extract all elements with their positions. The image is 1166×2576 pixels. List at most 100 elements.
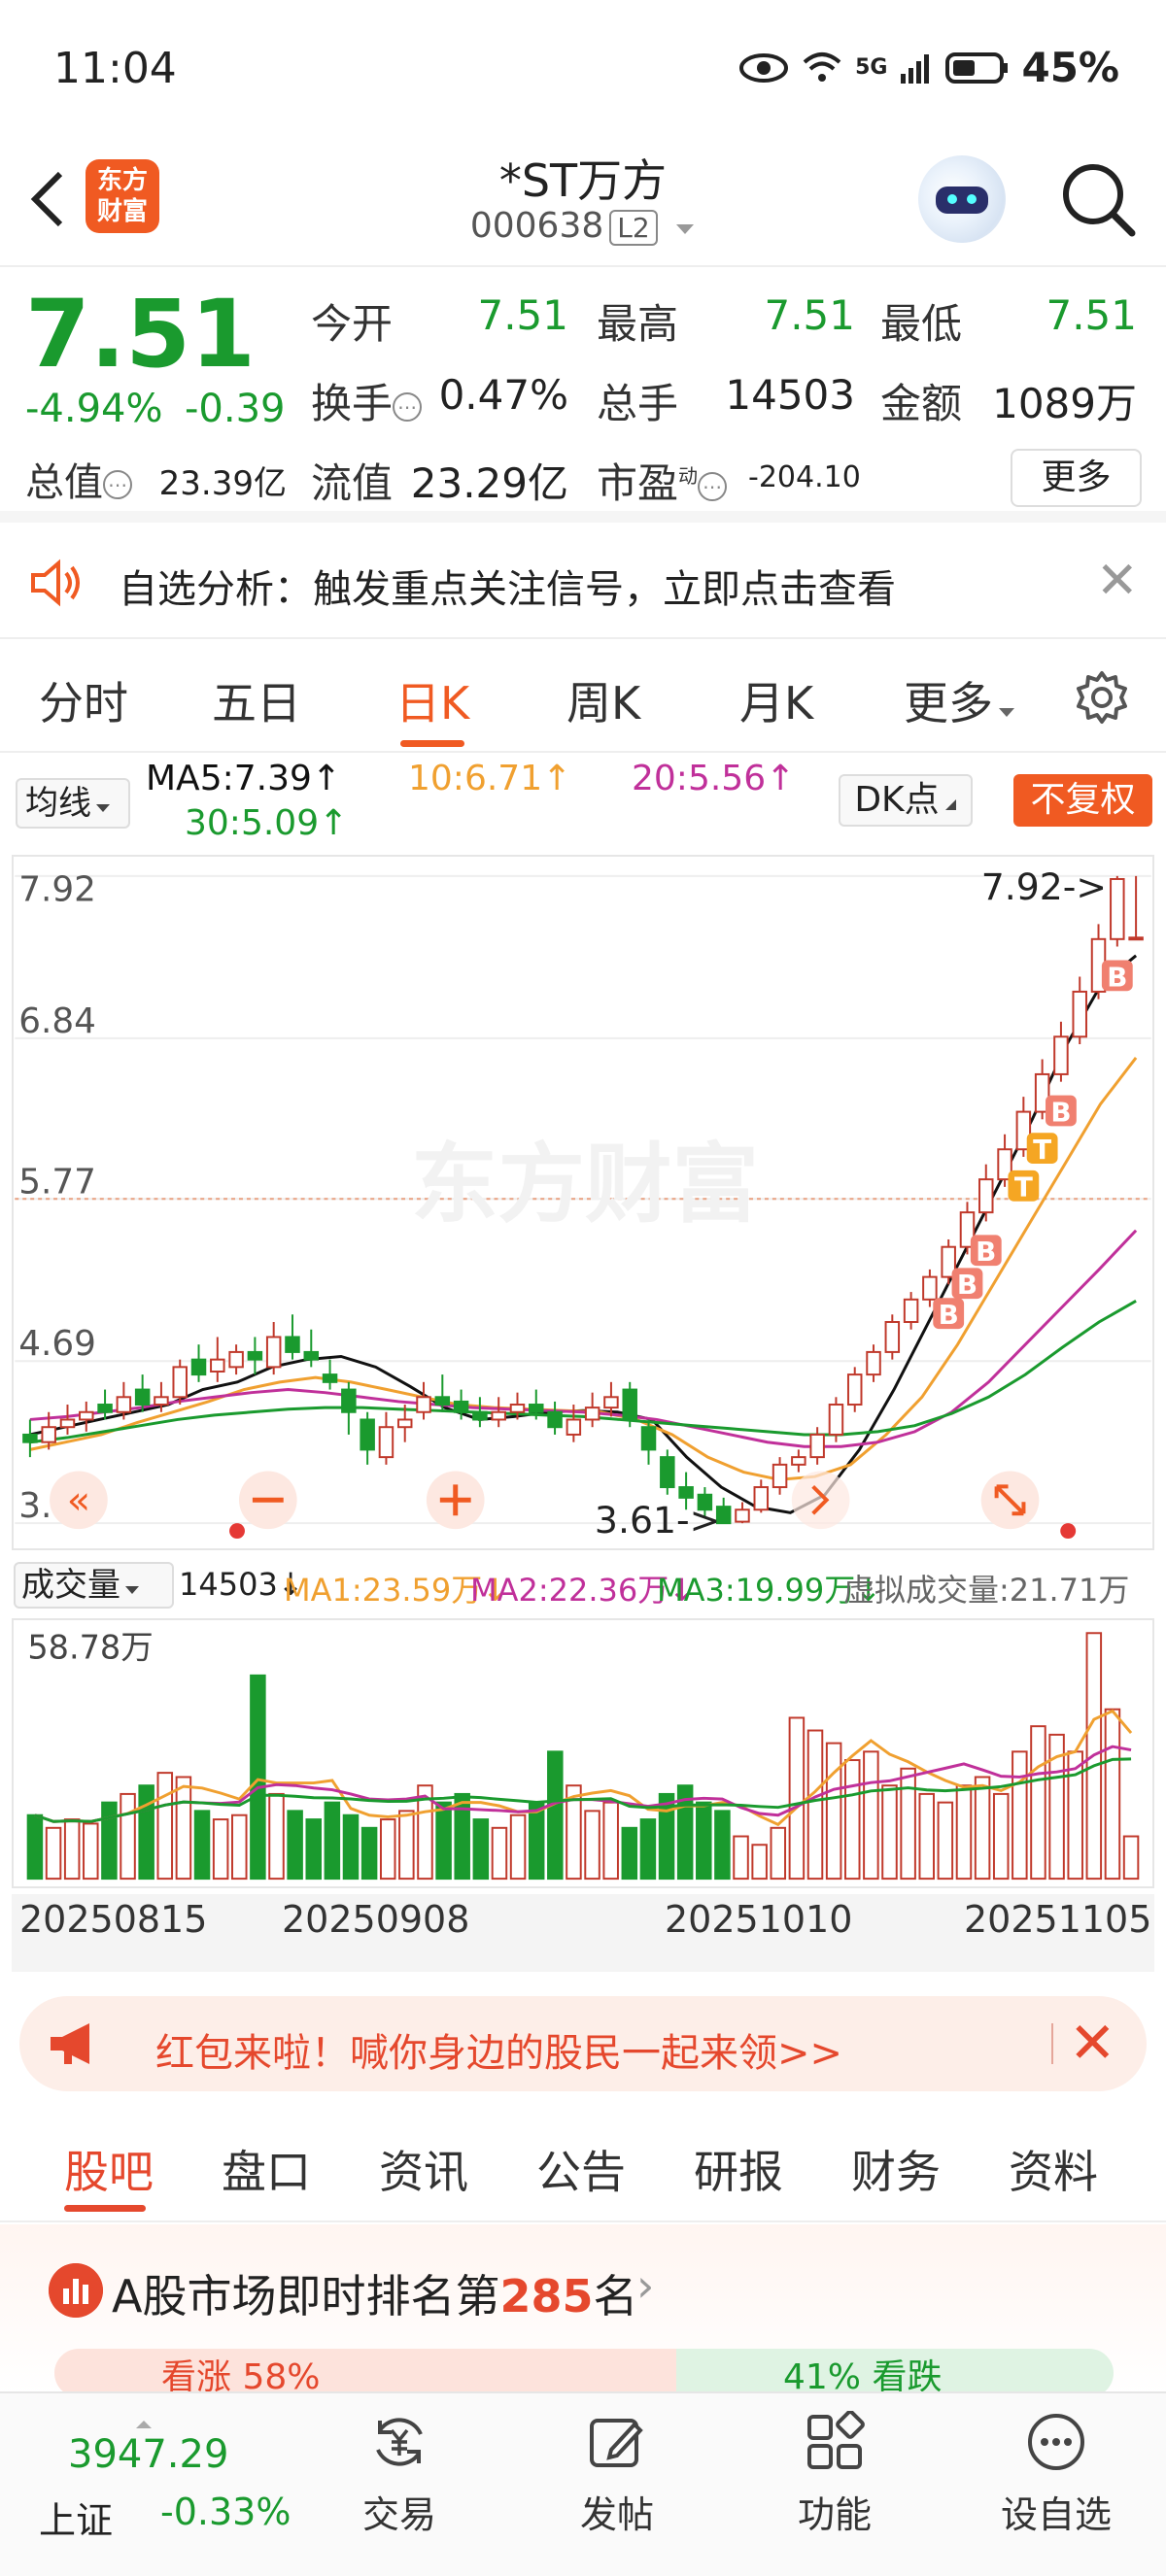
nav-add-watchlist[interactable]: 设自选 <box>983 2411 1129 2538</box>
candle-body[interactable] <box>360 1418 375 1451</box>
candle-body[interactable] <box>584 1407 600 1421</box>
index-change[interactable]: -0.33% <box>160 2491 291 2533</box>
nav-functions[interactable]: 功能 <box>762 2411 908 2538</box>
candle-body[interactable] <box>640 1426 657 1451</box>
no-adjust-button[interactable]: 不复权 <box>1013 774 1152 827</box>
candle-body[interactable] <box>154 1396 169 1407</box>
volume-bar <box>1122 1835 1140 1881</box>
market-rank-card[interactable]: A股市场即时排名第285名 › 看涨 58% 41% 看跌 <box>0 2224 1166 2397</box>
tab-daily-k[interactable]: 日K <box>395 668 469 732</box>
candle-body[interactable] <box>791 1456 806 1466</box>
search-button[interactable] <box>1054 155 1142 243</box>
candle-body[interactable] <box>566 1418 582 1436</box>
candle-body[interactable] <box>434 1396 451 1407</box>
candle-body[interactable] <box>753 1486 770 1511</box>
candle-body[interactable] <box>547 1410 563 1429</box>
alert-close-icon[interactable]: ✕ <box>1096 552 1139 610</box>
promo-close-icon[interactable]: ✕ <box>1069 2010 1116 2076</box>
info-icon: ⋯ <box>393 391 423 422</box>
nav-trade[interactable]: 交易 <box>326 2411 472 2538</box>
signal-label: B <box>1050 1096 1071 1128</box>
tab-weekly-k[interactable]: 周K <box>566 668 640 732</box>
candle-body[interactable] <box>1072 990 1087 1038</box>
status-time: 11:04 <box>53 44 177 93</box>
candle-body[interactable] <box>190 1358 207 1376</box>
candle-body[interactable] <box>416 1396 431 1413</box>
mktcap-label[interactable]: 总值 ⋯ <box>25 451 132 507</box>
y-tick-label: 5.77 <box>18 1162 96 1202</box>
volume-chart[interactable]: 58.78万 <box>12 1618 1154 1888</box>
tab-finance[interactable]: 财务 <box>851 2137 941 2201</box>
sentiment-bar[interactable]: 看涨 58% 41% 看跌 <box>54 2349 1114 2397</box>
candle-body[interactable] <box>622 1388 637 1421</box>
candle-body[interactable] <box>866 1350 881 1376</box>
assistant-robot-icon[interactable] <box>918 155 1006 243</box>
index-value[interactable]: 3947.29 <box>68 2432 228 2477</box>
candle-body[interactable] <box>265 1336 282 1369</box>
analysis-alert[interactable]: 自选分析：触发重点关注信号，立即点击查看 ✕ <box>0 525 1166 639</box>
scroll-right-button[interactable] <box>791 1471 850 1530</box>
candle-body[interactable] <box>678 1486 694 1499</box>
tab-monthly-k[interactable]: 月K <box>739 668 813 732</box>
candle-body[interactable] <box>846 1373 863 1407</box>
candle-body[interactable] <box>303 1350 320 1361</box>
tab-news[interactable]: 资讯 <box>379 2137 468 2201</box>
dk-point-button[interactable]: DK点 <box>839 774 973 827</box>
indicator-selector[interactable]: 成交量 <box>14 1562 174 1609</box>
candle-body[interactable] <box>97 1404 113 1413</box>
candle-body[interactable] <box>285 1336 300 1353</box>
candle-body[interactable] <box>396 1418 413 1429</box>
candle-body[interactable] <box>809 1433 825 1459</box>
promo-banner[interactable]: 红包来啦！喊你身边的股民一起来领>> ✕ <box>19 1996 1147 2091</box>
candle-body[interactable] <box>1110 877 1125 940</box>
gear-icon[interactable] <box>1073 668 1131 727</box>
tab-research[interactable]: 研报 <box>694 2137 783 2201</box>
candle-body[interactable] <box>772 1463 788 1489</box>
candle-body[interactable] <box>491 1410 506 1421</box>
turnover-label[interactable]: 换手 ⋯ <box>311 371 423 430</box>
ma-selector[interactable]: 均线 <box>16 778 130 829</box>
candle-body[interactable] <box>341 1388 357 1413</box>
tab-more[interactable]: 更多 <box>904 668 1016 732</box>
candle-body[interactable] <box>228 1350 244 1369</box>
pe-label[interactable]: 市盈动 ⋯ <box>597 451 728 510</box>
candle-body[interactable] <box>1128 936 1144 941</box>
wifi-icon <box>803 51 841 82</box>
volume-bar <box>900 1767 916 1881</box>
candle-body[interactable] <box>978 1178 994 1214</box>
candle-body[interactable] <box>22 1433 38 1443</box>
candle-body[interactable] <box>79 1410 94 1421</box>
index-name[interactable]: 上证 <box>39 2491 113 2544</box>
candle-body[interactable] <box>903 1298 919 1323</box>
candle-body[interactable] <box>247 1350 263 1361</box>
volume-bar <box>937 1801 954 1881</box>
candle-body[interactable] <box>1053 1035 1069 1075</box>
candlestick-chart[interactable]: 东方财富 7.926.845.774.693.61 BBBTTBB 7.92->… <box>12 855 1154 1550</box>
candle-body[interactable] <box>529 1404 544 1413</box>
tab-five-day[interactable]: 五日 <box>212 668 301 732</box>
candle-body[interactable] <box>472 1410 488 1421</box>
candle-body[interactable] <box>660 1456 675 1489</box>
tab-intraday[interactable]: 分时 <box>39 668 128 732</box>
candle-body[interactable] <box>210 1358 225 1373</box>
more-quote-button[interactable]: 更多 <box>1011 449 1142 507</box>
tab-announcements[interactable]: 公告 <box>536 2137 626 2201</box>
candle-body[interactable] <box>884 1321 901 1353</box>
candle-body[interactable] <box>453 1400 469 1413</box>
tab-pankou[interactable]: 盘口 <box>222 2137 311 2201</box>
tab-profile[interactable]: 资料 <box>1009 2137 1098 2201</box>
candle-body[interactable] <box>735 1508 750 1523</box>
candle-body[interactable] <box>922 1275 938 1301</box>
candle-body[interactable] <box>172 1366 188 1399</box>
candle-body[interactable] <box>603 1396 619 1409</box>
candle-body[interactable] <box>378 1426 394 1459</box>
tab-guba[interactable]: 股吧 <box>64 2137 154 2201</box>
candle-body[interactable] <box>116 1396 132 1413</box>
candle-body[interactable] <box>134 1388 151 1407</box>
candle-body[interactable] <box>509 1404 526 1413</box>
candle-body[interactable] <box>322 1373 338 1383</box>
candle-body[interactable] <box>59 1418 76 1429</box>
candle-body[interactable] <box>828 1404 844 1436</box>
nav-post[interactable]: 发帖 <box>544 2411 690 2538</box>
candle-body[interactable] <box>41 1426 56 1443</box>
